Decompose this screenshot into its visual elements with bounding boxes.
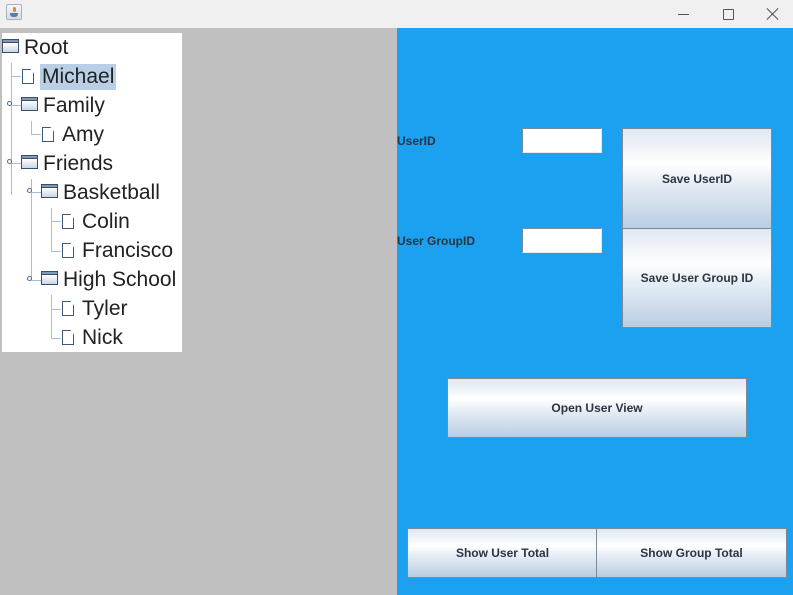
tree-connector <box>51 251 61 252</box>
tree-node-label: Root <box>24 35 69 59</box>
close-icon <box>767 8 779 20</box>
tree-node-label: Francisco <box>82 238 174 262</box>
file-icon <box>62 243 74 258</box>
java-cup-icon <box>6 4 22 20</box>
file-icon <box>62 330 74 345</box>
folder-icon <box>41 184 58 198</box>
tree-connector <box>31 280 41 281</box>
tree-connector <box>31 134 41 135</box>
folder-icon <box>41 271 58 285</box>
user-group-id-input[interactable] <box>522 228 602 253</box>
tree-connector <box>11 63 12 195</box>
tree-node-nick[interactable]: Nick <box>62 323 125 352</box>
tree-node-label: Amy <box>62 122 104 146</box>
minimize-button[interactable] <box>660 0 706 28</box>
tree-connector <box>31 192 41 193</box>
tree-node-label: Colin <box>82 209 130 233</box>
tree-connector <box>31 179 32 281</box>
control-panel: UserID User GroupID Save UserID Save Use… <box>397 28 793 595</box>
save-user-group-id-button[interactable]: Save User Group ID <box>622 228 772 328</box>
tree-connector <box>51 208 52 252</box>
tree-node-label: Friends <box>43 151 114 175</box>
maximize-icon <box>722 8 734 20</box>
tree-node-colin[interactable]: Colin <box>62 207 132 236</box>
tree-connector <box>11 163 21 164</box>
maximize-button[interactable] <box>705 0 751 28</box>
folder-icon <box>2 39 19 53</box>
tree-node-label: Tyler <box>82 296 128 320</box>
title-bar <box>0 0 793 28</box>
tree-node-label: Basketball <box>63 180 160 204</box>
tree-node-francisco[interactable]: Francisco <box>62 236 175 265</box>
user-tree[interactable]: Root Michael Family Amy Friends Basketba… <box>2 33 182 352</box>
expand-handle-basketball[interactable] <box>27 188 32 193</box>
tree-node-amy[interactable]: Amy <box>42 120 106 149</box>
tree-node-label: Nick <box>82 325 123 349</box>
tree-node-label: Family <box>43 93 105 117</box>
tree-node-friends[interactable]: Friends <box>21 149 115 178</box>
expand-handle-family[interactable] <box>7 101 12 106</box>
tree-connector <box>51 295 52 339</box>
tree-connector <box>51 221 61 222</box>
tree-node-label: Michael <box>40 63 117 90</box>
tree-node-michael[interactable]: Michael <box>22 62 117 91</box>
tree-node-basketball[interactable]: Basketball <box>41 178 162 207</box>
file-icon <box>22 69 34 84</box>
tree-node-family[interactable]: Family <box>21 91 107 120</box>
tree-node-root[interactable]: Root <box>2 33 70 62</box>
file-icon <box>62 214 74 229</box>
user-id-label: UserID <box>397 134 436 148</box>
tree-node-tyler[interactable]: Tyler <box>62 294 130 323</box>
expand-handle-high-school[interactable] <box>27 276 32 281</box>
close-button[interactable] <box>750 0 793 28</box>
tree-connector <box>51 338 61 339</box>
tree-connector <box>11 76 21 77</box>
open-user-view-button[interactable]: Open User View <box>447 378 747 438</box>
save-user-id-button[interactable]: Save UserID <box>622 128 772 229</box>
user-id-input[interactable] <box>522 128 602 153</box>
folder-icon <box>21 155 38 169</box>
tree-node-label: High School <box>63 267 177 291</box>
file-icon <box>62 301 74 316</box>
tree-connector <box>31 121 32 135</box>
tree-node-high-school[interactable]: High School <box>41 265 178 294</box>
tree-connector <box>11 105 21 106</box>
file-icon <box>42 127 54 142</box>
show-group-total-button[interactable]: Show Group Total <box>596 528 787 578</box>
folder-icon <box>21 97 38 111</box>
show-user-total-button[interactable]: Show User Total <box>407 528 598 578</box>
expand-handle-friends[interactable] <box>7 159 12 164</box>
minimize-icon <box>677 13 689 15</box>
tree-connector <box>51 309 61 310</box>
user-group-id-label: User GroupID <box>397 234 476 248</box>
